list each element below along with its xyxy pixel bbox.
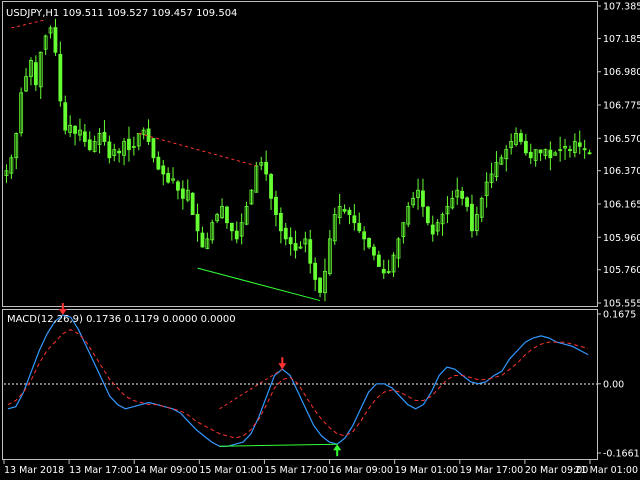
candle-body — [347, 209, 352, 215]
macd-tick-label: 0.1675 — [603, 310, 636, 321]
candle-body — [225, 206, 229, 224]
candle-body — [264, 161, 269, 175]
candle-body — [156, 156, 161, 170]
candle-body — [352, 215, 357, 224]
candle-body — [381, 268, 386, 274]
bullish-divergence-line[interactable] — [197, 267, 321, 302]
buy-arrow-icon[interactable] — [333, 444, 342, 457]
bearish-divergence-line[interactable] — [138, 132, 257, 167]
candle-body — [127, 138, 131, 151]
candle-body — [229, 222, 234, 232]
time-tick-label: 16 Mar 09:00 — [330, 465, 393, 476]
price-tick-label: 105.555 — [603, 299, 640, 310]
price-tick-label: 106.775 — [603, 101, 640, 112]
time-axis: 13 Mar 2018 13 Mar 17:00 14 Mar 09:00 15 Ma… — [3, 460, 638, 476]
candle-body — [342, 209, 347, 212]
candle-body — [308, 239, 313, 264]
candle-body — [376, 254, 381, 267]
candle-body — [269, 174, 273, 199]
candle-body — [538, 149, 543, 154]
candle-body — [195, 213, 200, 232]
price-tick-label: 105.960 — [603, 233, 640, 244]
chart-window[interactable]: 107.385 107.185 106.980 106.775 106.570 106.3… — [0, 0, 640, 480]
candle-body — [548, 149, 553, 159]
candle-body — [166, 173, 171, 183]
candle-body — [587, 152, 592, 155]
macd-bearish-divergence[interactable] — [219, 368, 283, 410]
candle-body — [161, 165, 166, 175]
price-tick-label: 106.980 — [603, 67, 640, 78]
candle-body — [470, 203, 474, 232]
macd-tick-label: 0.00 — [603, 379, 624, 390]
candle-body — [372, 246, 376, 256]
macd-axis: 0.1675 0.00 -0.1661 — [597, 310, 640, 460]
candle-body — [117, 150, 122, 154]
candle-body — [293, 243, 298, 251]
candle-body — [465, 197, 469, 207]
price-trendlines[interactable] — [11, 19, 321, 302]
candle-body — [425, 206, 430, 224]
candle-body — [176, 181, 180, 191]
price-tick-label: 107.185 — [603, 34, 640, 45]
candle-body — [519, 133, 523, 142]
time-tick-label: 19 Mar 17:00 — [460, 465, 523, 476]
price-tick-label: 106.570 — [603, 134, 640, 145]
macd-bullish-divergence[interactable] — [219, 443, 338, 447]
candle-body — [283, 227, 288, 240]
candle-body — [107, 141, 112, 159]
candle-body — [288, 237, 293, 245]
candle-body — [58, 53, 63, 102]
candle-body — [582, 148, 587, 151]
price-tick-label: 106.370 — [603, 166, 640, 177]
candle-body — [87, 139, 92, 151]
candle-body — [430, 224, 435, 235]
time-tick-label: 15 Mar 01:00 — [199, 465, 262, 476]
price-axis: 107.385 107.185 106.980 106.775 106.570 106.3… — [597, 2, 640, 310]
price-tick-label: 106.165 — [603, 200, 640, 211]
macd-tick-label: -0.1661 — [603, 449, 640, 460]
candle-body — [63, 102, 68, 131]
time-tick-label: 13 Mar 2018 — [4, 465, 64, 476]
candle-body — [102, 132, 107, 142]
candle-body — [577, 142, 582, 147]
time-tick-label: 21 Mar 01:00 — [575, 465, 638, 476]
candle-body — [528, 151, 533, 159]
candle-body — [421, 190, 425, 207]
candle-body — [278, 212, 283, 232]
candle-body — [33, 62, 38, 86]
time-tick-label: 13 Mar 17:00 — [69, 465, 132, 476]
candle-body — [82, 131, 87, 142]
candle-body — [367, 238, 371, 248]
candle-body — [190, 192, 195, 215]
macd-lines[interactable] — [7, 314, 589, 447]
candle-body — [53, 27, 58, 53]
candle-body — [523, 140, 528, 154]
candlestick-series[interactable] — [4, 18, 592, 302]
candle-body — [234, 230, 239, 240]
macd-divergence-lines[interactable] — [219, 368, 338, 447]
candle-body — [460, 190, 465, 199]
symbol-header: USDJPY,H1 109.511 109.527 109.457 109.50… — [6, 8, 237, 19]
candle-body — [200, 232, 205, 248]
time-tick-label: 14 Mar 09:00 — [134, 465, 197, 476]
price-tick-label: 107.385 — [603, 2, 640, 13]
price-panel-frame — [2, 1, 598, 307]
candle-body — [180, 188, 185, 199]
candle-body — [151, 138, 156, 159]
macd-line[interactable] — [7, 314, 589, 447]
candle-body — [357, 222, 362, 232]
candle-body — [318, 277, 322, 293]
time-tick-label: 15 Mar 17:00 — [264, 465, 327, 476]
candle-body — [362, 231, 367, 240]
candle-body — [313, 262, 318, 280]
macd-header: MACD(12,26,9) 0.1736 0.1179 0.0000 0.000… — [7, 314, 236, 325]
candle-body — [73, 125, 77, 134]
candle-body — [146, 128, 151, 142]
candle-body — [568, 149, 572, 151]
price-tick-label: 105.760 — [603, 265, 640, 276]
candle-body — [274, 196, 278, 215]
bearish-divergence-line[interactable] — [11, 19, 46, 29]
sell-arrow-icon[interactable] — [278, 357, 287, 370]
time-tick-label: 19 Mar 01:00 — [395, 465, 458, 476]
